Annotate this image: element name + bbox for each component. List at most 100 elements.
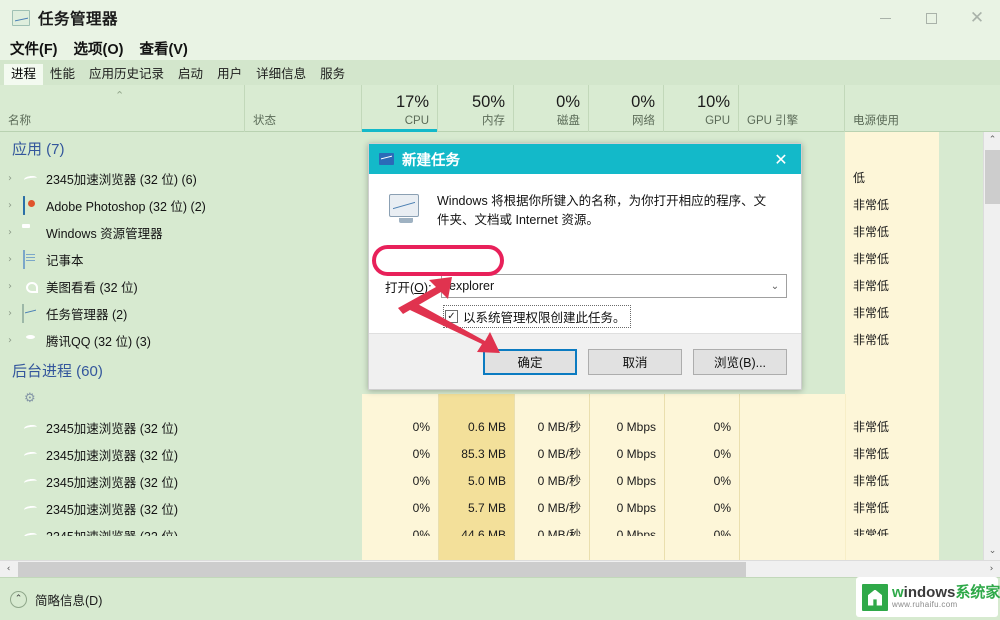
- dialog-close-button[interactable]: ✕: [761, 144, 801, 174]
- scroll-up-button[interactable]: ⌃: [984, 132, 1000, 149]
- process-name: 2345加速浏览器 (32 位) (6): [46, 173, 197, 187]
- expand-chevron-icon[interactable]: ›: [0, 335, 20, 346]
- table-row[interactable]: 2345加速浏览器 (32 位) 0% 44.6 MB 0 MB/秒 0 Mbp…: [0, 522, 1000, 536]
- close-button[interactable]: ✕: [954, 0, 1000, 36]
- cancel-button[interactable]: 取消: [588, 348, 682, 375]
- expand-chevron-icon[interactable]: ›: [0, 227, 20, 238]
- process-name: 腾讯QQ (32 位) (3): [46, 335, 151, 349]
- column-label-disk: 磁盘: [557, 115, 580, 128]
- table-row[interactable]: 2345加速浏览器 (32 位) 0% 5.0 MB 0 MB/秒 0 Mbps…: [0, 468, 1000, 495]
- dialog-description: Windows 将根据你所键入的名称，为你打开相应的程序、文件夹、文档或 Int…: [437, 194, 767, 228]
- tab-processes[interactable]: 进程: [4, 63, 44, 85]
- watermark-title: windows系统家园: [892, 585, 1000, 601]
- task-manager-icon: [12, 10, 30, 26]
- cpu-value: 0%: [412, 528, 430, 536]
- photoshop-icon: [20, 196, 40, 215]
- expand-chevron-icon[interactable]: ›: [0, 173, 20, 184]
- table-row[interactable]: 2345加速浏览器 (32 位) 0% 85.3 MB 0 MB/秒 0 Mbp…: [0, 441, 1000, 468]
- expand-chevron-icon[interactable]: ›: [0, 281, 20, 292]
- cpu-value: 0%: [412, 501, 430, 515]
- power-usage-value: 非常低: [853, 420, 890, 434]
- menu-item-file[interactable]: 文件(F): [10, 38, 58, 59]
- disk-value: 0 MB/秒: [537, 474, 581, 488]
- column-header-memory[interactable]: 50% 内存: [438, 85, 514, 132]
- minimize-button[interactable]: [862, 0, 908, 36]
- power-usage-value: 非常低: [853, 528, 890, 536]
- scroll-left-button[interactable]: ‹: [0, 561, 17, 578]
- column-header-power-usage[interactable]: 电源使用: [845, 85, 983, 132]
- qq-icon: [20, 332, 40, 349]
- column-header-gpu[interactable]: 10% GPU: [664, 85, 739, 132]
- row-name-cell: › Windows 资源管理器: [0, 219, 360, 246]
- column-header-name[interactable]: 名称 ⌃: [0, 85, 245, 132]
- dialog-title-bar: 新建任务 ✕: [369, 144, 801, 174]
- open-field-row: 打开(O): ⌄: [385, 274, 787, 298]
- column-label-name: 名称: [8, 115, 31, 128]
- vertical-scroll-thumb[interactable]: [985, 150, 1000, 204]
- table-row[interactable]: 2345加速浏览器 (32 位) 0% 5.7 MB 0 MB/秒 0 Mbps…: [0, 495, 1000, 522]
- row-name-cell: › 美图看看 (32 位): [0, 273, 360, 300]
- row-name-cell: 2345加速浏览器 (32 位): [0, 414, 360, 441]
- task-manager-window: 任务管理器 ✕ 文件(F) 选项(O) 查看(V) 进程 性能 应用历史记录 启…: [0, 0, 1000, 620]
- open-input[interactable]: [442, 278, 764, 294]
- vertical-scrollbar[interactable]: ⌃ ⌄: [983, 132, 1000, 560]
- browse-button[interactable]: 浏览(B)...: [693, 348, 787, 375]
- column-header-status[interactable]: 状态: [245, 85, 362, 132]
- ok-button[interactable]: 确定: [483, 348, 577, 375]
- column-header-cpu[interactable]: 17% CPU: [362, 85, 438, 132]
- column-label-network: 网络: [632, 115, 655, 128]
- gear-icon: [20, 392, 40, 409]
- process-name: 2345加速浏览器 (32 位): [46, 422, 178, 436]
- horizontal-scroll-thumb[interactable]: [18, 562, 746, 577]
- watermark: windows系统家园 www.ruhaifu.com: [856, 577, 1000, 617]
- admin-checkbox-row[interactable]: ✓ 以系统管理权限创建此任务。: [443, 305, 631, 328]
- process-name: 2345加速浏览器 (32 位): [46, 526, 178, 536]
- fewer-details-button[interactable]: ⌃ 简略信息(D): [10, 590, 102, 609]
- tab-details[interactable]: 详细信息: [249, 64, 313, 86]
- table-row[interactable]: 2345加速浏览器 (32 位) 0% 0.6 MB 0 MB/秒 0 Mbps…: [0, 414, 1000, 441]
- tab-app-history[interactable]: 应用历史记录: [82, 64, 171, 86]
- tab-startup[interactable]: 启动: [171, 64, 210, 86]
- column-label-cpu: CPU: [404, 115, 429, 128]
- open-combobox[interactable]: ⌄: [441, 274, 787, 298]
- row-name-cell: 2345加速浏览器 (32 位): [0, 495, 360, 522]
- gpu-value: 0%: [713, 528, 731, 536]
- chevron-down-icon[interactable]: ⌄: [764, 281, 786, 292]
- cpu-value: 0%: [412, 474, 430, 488]
- process-name: 2345加速浏览器 (32 位): [46, 449, 178, 463]
- horizontal-scrollbar[interactable]: ‹ ›: [0, 560, 1000, 577]
- row-name-cell: › 腾讯QQ (32 位) (3): [0, 327, 360, 354]
- menu-item-options[interactable]: 选项(O): [74, 38, 124, 59]
- menu-item-view[interactable]: 查看(V): [139, 38, 187, 59]
- expand-chevron-icon[interactable]: ›: [0, 254, 20, 265]
- disk-value: 0 MB/秒: [537, 528, 581, 536]
- power-usage-value: 非常低: [853, 306, 890, 320]
- process-name: 2345加速浏览器 (32 位): [46, 503, 178, 517]
- expand-chevron-icon[interactable]: ›: [0, 308, 20, 319]
- admin-checkbox[interactable]: ✓: [445, 310, 458, 323]
- column-header-gpu-engine[interactable]: GPU 引擎: [739, 85, 845, 132]
- scroll-down-button[interactable]: ⌄: [984, 543, 1000, 560]
- status-bar: ⌃ 简略信息(D): [0, 577, 1000, 620]
- maximize-button[interactable]: [908, 0, 954, 36]
- maximize-icon: [925, 12, 937, 24]
- fewer-details-label: 简略信息(D): [35, 593, 103, 608]
- column-header-network[interactable]: 0% 网络: [589, 85, 664, 132]
- power-usage-value: 低: [853, 171, 866, 185]
- row-name-cell: › 任务管理器 (2): [0, 300, 360, 327]
- memory-value: 0.6 MB: [467, 420, 506, 434]
- power-usage-value: 非常低: [853, 501, 890, 515]
- tab-performance[interactable]: 性能: [43, 64, 82, 86]
- process-name: Windows 资源管理器: [46, 227, 163, 241]
- column-header-disk[interactable]: 0% 磁盘: [514, 85, 589, 132]
- scroll-right-button[interactable]: ›: [983, 561, 1000, 578]
- process-name: Adobe Photoshop (32 位) (2): [46, 200, 206, 214]
- tab-users[interactable]: 用户: [210, 64, 249, 86]
- tab-services[interactable]: 服务: [313, 64, 352, 86]
- power-usage-value: 非常低: [853, 474, 890, 488]
- dialog-title: 新建任务: [402, 152, 460, 169]
- new-task-dialog[interactable]: 新建任务 ✕ Windows 将根据你所键入的名称，为你打开相应的程序、文件夹、…: [368, 143, 802, 390]
- table-row[interactable]: [0, 387, 1000, 414]
- gpu-value: 0%: [713, 474, 731, 488]
- expand-chevron-icon[interactable]: ›: [0, 200, 20, 211]
